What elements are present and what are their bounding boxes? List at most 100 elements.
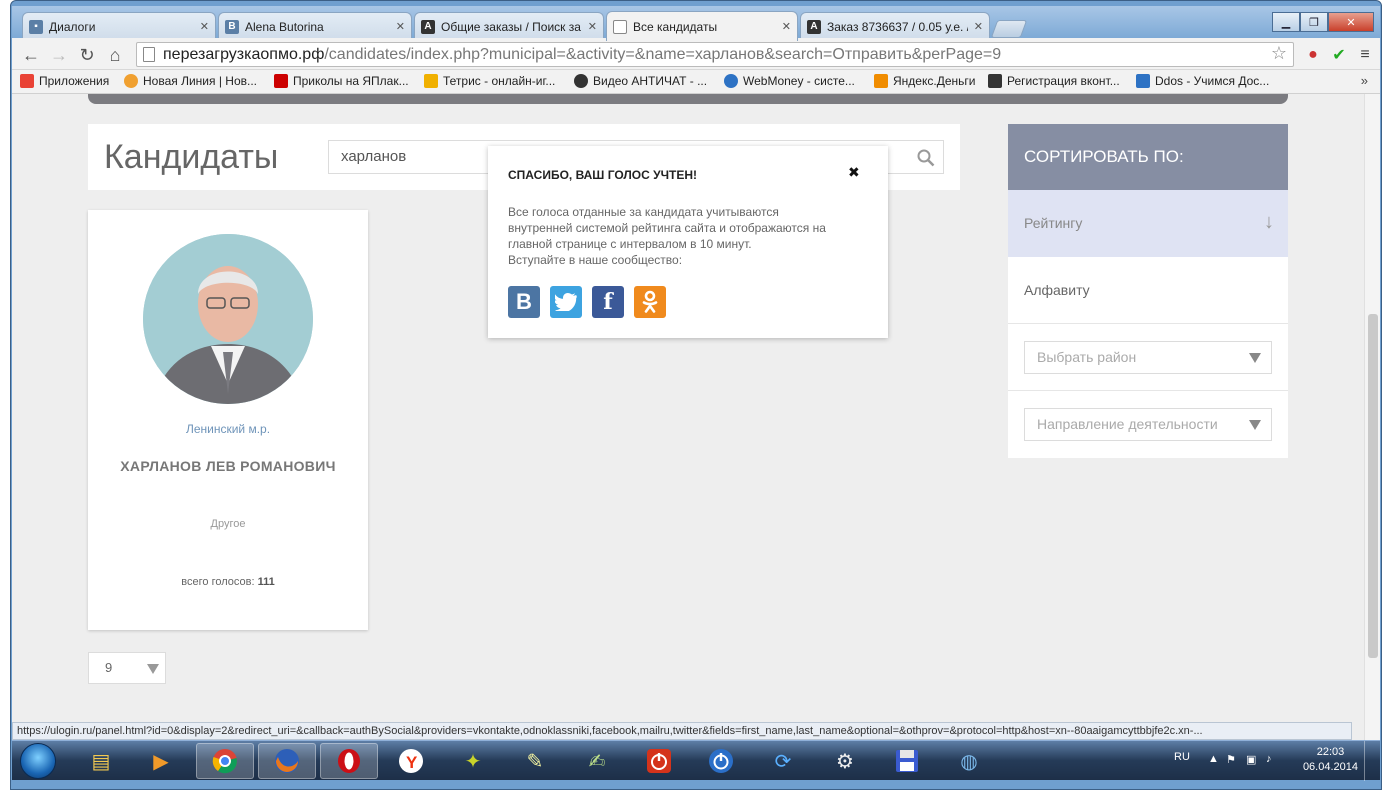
bookmark-yandex-money[interactable]: Яндекс.Деньги [874,74,975,88]
odnoklassniki-icon [642,290,658,313]
bookmark-antichat[interactable]: Видео АНТИЧАТ - ... [574,74,707,88]
bookmark-ddos[interactable]: Ddos - Учимся Дос... [1136,74,1269,88]
maximize-button[interactable]: ❐ [1300,12,1328,32]
district-placeholder: Выбрать район [1037,349,1137,365]
steam-icon[interactable]: ⚙ [816,743,874,779]
explorer-icon[interactable]: ▤ [72,743,130,779]
per-page-select[interactable]: 9 [88,652,166,684]
dropdown-arrow-icon [147,664,159,674]
bookmark-star-icon[interactable]: ☆ [1271,43,1287,64]
tab-close-icon[interactable]: ✕ [782,20,791,33]
tetris-icon [424,74,438,88]
address-bar[interactable]: перезагрузкаопмо.рф/candidates/index.php… [136,42,1294,67]
tab-title: Заказ 8736637 / 0.05 у.е. / [827,19,968,34]
tab-title: Общие заказы / Поиск за [441,19,581,34]
yandex-browser-icon[interactable]: Y [382,743,440,779]
vertical-scrollbar[interactable] [1364,94,1380,740]
clock[interactable]: 22:03 06.04.2014 [1303,745,1358,775]
bookmark-vk-registration[interactable]: Регистрация вконт... [988,74,1120,88]
candidate-district[interactable]: Ленинский м.р. [88,422,368,436]
reload-icon[interactable]: ↻ [76,44,98,66]
page-viewport: Кандидаты харланов Ленинский м.р. ХАРЛАН… [12,94,1364,740]
media-player-icon[interactable]: ▶ [132,743,190,779]
close-icon[interactable]: ✖ [848,164,860,181]
browser-toolbar: ← → ↻ ⌂ перезагрузкаопмо.рф/candidates/i… [12,38,1380,70]
minimize-button[interactable]: ▁ [1272,12,1300,32]
page-icon [143,47,155,62]
opera-taskbar-icon[interactable] [320,743,378,779]
bookmark-novaya-liniya[interactable]: Новая Линия | Нов... [124,74,257,88]
menu-icon[interactable]: ≡ [1354,44,1376,66]
tab-close-icon[interactable]: ✕ [974,20,983,33]
bookmark-tetris[interactable]: Тетрис - онлайн-иг... [424,74,555,88]
firefox-taskbar-icon[interactable] [258,743,316,779]
home-icon[interactable]: ⌂ [104,44,126,66]
tab-close-icon[interactable]: ✕ [396,20,405,33]
status-bar: https://ulogin.ru/panel.html?id=0&displa… [12,722,1352,740]
url-host: перезагрузкаопмо.рф [163,45,325,63]
forward-arrow-icon[interactable]: → [48,44,70,66]
bookmark-webmoney[interactable]: WebMoney - систе... [724,74,855,88]
bookmark-label: WebMoney - систе... [743,74,855,88]
network-globe-icon[interactable]: ◍ [940,743,998,779]
bookmarks-more-chevron[interactable]: » [1361,73,1368,88]
bookmark-apps[interactable]: Приложения [20,74,109,88]
tab-strip: ▪ Диалоги ✕ B Alena Butorina ✕ A Общие з… [12,6,1380,41]
notepad-icon[interactable]: ✍ [568,743,626,779]
tab-order-8736637[interactable]: A Заказ 8736637 / 0.05 у.е. / ✕ [800,12,990,40]
chrome-taskbar-icon[interactable] [196,743,254,779]
search-icon[interactable] [917,149,935,167]
candidate-name[interactable]: ХАРЛАНОВ ЛЕВ РОМАНОВИЧ [88,458,368,474]
facebook-share-button[interactable]: f [592,286,624,318]
tab-alena[interactable]: B Alena Butorina ✕ [218,12,412,40]
site-top-bar [88,94,1288,104]
globe-icon [724,74,738,88]
candidate-card[interactable]: Ленинский м.р. ХАРЛАНОВ ЛЕВ РОМАНОВИЧ Др… [88,210,368,630]
sort-by-rating[interactable]: Рейтингу ↓ [1008,190,1288,257]
activity-select[interactable]: Направление деятельности [1024,408,1272,441]
district-select[interactable]: Выбрать район [1024,341,1272,374]
scrollbar-thumb[interactable] [1368,314,1378,658]
extension-icon[interactable]: ● [1302,44,1324,66]
new-tab-button[interactable] [990,20,1028,38]
close-window-button[interactable]: ✕ [1328,12,1374,32]
start-button[interactable] [20,743,56,779]
show-desktop-button[interactable] [1364,741,1374,781]
activity-placeholder: Направление деятельности [1037,416,1218,432]
tab-close-icon[interactable]: ✕ [200,20,209,33]
per-page-value: 9 [105,660,113,675]
popup-text-line: Вступайте в наше сообщество: [508,253,683,267]
flag-icon[interactable]: ⚑ [1226,753,1236,766]
svg-text:Y: Y [406,753,418,772]
volume-icon[interactable]: ♪ [1266,753,1272,765]
vk-share-button[interactable]: В [508,286,540,318]
popup-message: Все голоса отданные за кандидата учитыва… [508,204,868,268]
arrow-down-icon: ↓ [1264,211,1274,233]
app-icon[interactable]: ✦ [444,743,502,779]
language-indicator[interactable]: RU [1174,751,1190,763]
odnoklassniki-share-button[interactable] [634,286,666,318]
bookmark-label: Новая Линия | Нов... [143,74,257,88]
tab-dialogs[interactable]: ▪ Диалоги ✕ [22,12,216,40]
bookmark-label: Приложения [39,74,110,88]
tab-orders[interactable]: A Общие заказы / Поиск за ✕ [414,12,604,40]
paint-icon[interactable]: ✎ [506,743,564,779]
ulogin-extension-icon[interactable]: ✔ [1328,44,1350,66]
bookmark-label: Приколы на ЯПлак... [293,74,409,88]
power-off-icon[interactable] [630,743,688,779]
tab-close-icon[interactable]: ✕ [588,20,597,33]
sort-by-alphabet[interactable]: Алфавиту [1008,257,1288,324]
shutdown-icon[interactable] [692,743,750,779]
tab-candidates[interactable]: Все кандидаты ✕ [606,11,798,41]
network-icon[interactable]: ▣ [1246,753,1256,766]
back-arrow-icon[interactable]: ← [20,44,42,66]
tray-expand-icon[interactable]: ▲ [1208,753,1219,765]
bookmark-yaplakal[interactable]: Приколы на ЯПлак... [274,74,409,88]
dropdown-arrow-icon [1249,420,1261,430]
site-icon [124,74,138,88]
twitter-share-button[interactable] [550,286,582,318]
advego-icon: A [807,19,821,34]
floppy-save-icon[interactable] [878,743,936,779]
votes-label: всего голосов: [181,576,255,588]
sync-icon[interactable]: ⟳ [754,743,812,779]
